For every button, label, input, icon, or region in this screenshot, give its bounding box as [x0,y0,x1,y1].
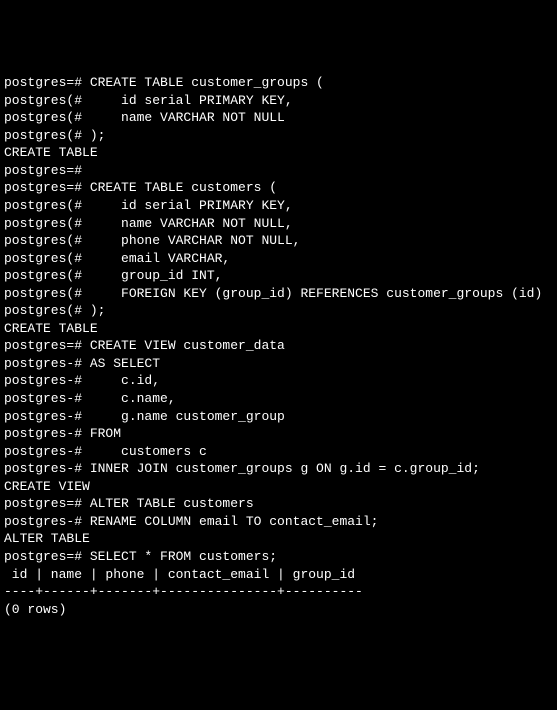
terminal-line: postgres(# email VARCHAR, [4,250,553,268]
terminal-line: postgres=# CREATE TABLE customer_groups … [4,74,553,92]
terminal-line: CREATE VIEW [4,478,553,496]
terminal-line: postgres(# FOREIGN KEY (group_id) REFERE… [4,285,553,303]
terminal-line: id | name | phone | contact_email | grou… [4,566,553,584]
terminal-line: postgres=# CREATE VIEW customer_data [4,337,553,355]
terminal-line: postgres=# CREATE TABLE customers ( [4,179,553,197]
terminal-line: postgres(# id serial PRIMARY KEY, [4,92,553,110]
terminal-line: postgres-# c.name, [4,390,553,408]
terminal-line: ALTER TABLE [4,530,553,548]
terminal-line: postgres=# ALTER TABLE customers [4,495,553,513]
terminal-line: postgres-# INNER JOIN customer_groups g … [4,460,553,478]
terminal-line: postgres-# RENAME COLUMN email TO contac… [4,513,553,531]
terminal-line: ----+------+-------+---------------+----… [4,583,553,601]
terminal-line: postgres(# name VARCHAR NOT NULL [4,109,553,127]
terminal-line: postgres-# customers c [4,443,553,461]
terminal-line: postgres-# AS SELECT [4,355,553,373]
terminal-line: postgres=# SELECT * FROM customers; [4,548,553,566]
terminal-line: postgres(# group_id INT, [4,267,553,285]
terminal-line: postgres(# ); [4,127,553,145]
terminal-line: postgres(# ); [4,302,553,320]
terminal-line: postgres-# FROM [4,425,553,443]
terminal-line: CREATE TABLE [4,320,553,338]
terminal-line: postgres-# c.id, [4,372,553,390]
terminal-line: postgres(# phone VARCHAR NOT NULL, [4,232,553,250]
terminal-line: postgres=# [4,162,553,180]
terminal-line: postgres(# id serial PRIMARY KEY, [4,197,553,215]
terminal-output: postgres=# CREATE TABLE customer_groups … [4,74,553,618]
terminal-line: postgres(# name VARCHAR NOT NULL, [4,215,553,233]
terminal-line: CREATE TABLE [4,144,553,162]
terminal-line: postgres-# g.name customer_group [4,408,553,426]
terminal-line: (0 rows) [4,601,553,619]
